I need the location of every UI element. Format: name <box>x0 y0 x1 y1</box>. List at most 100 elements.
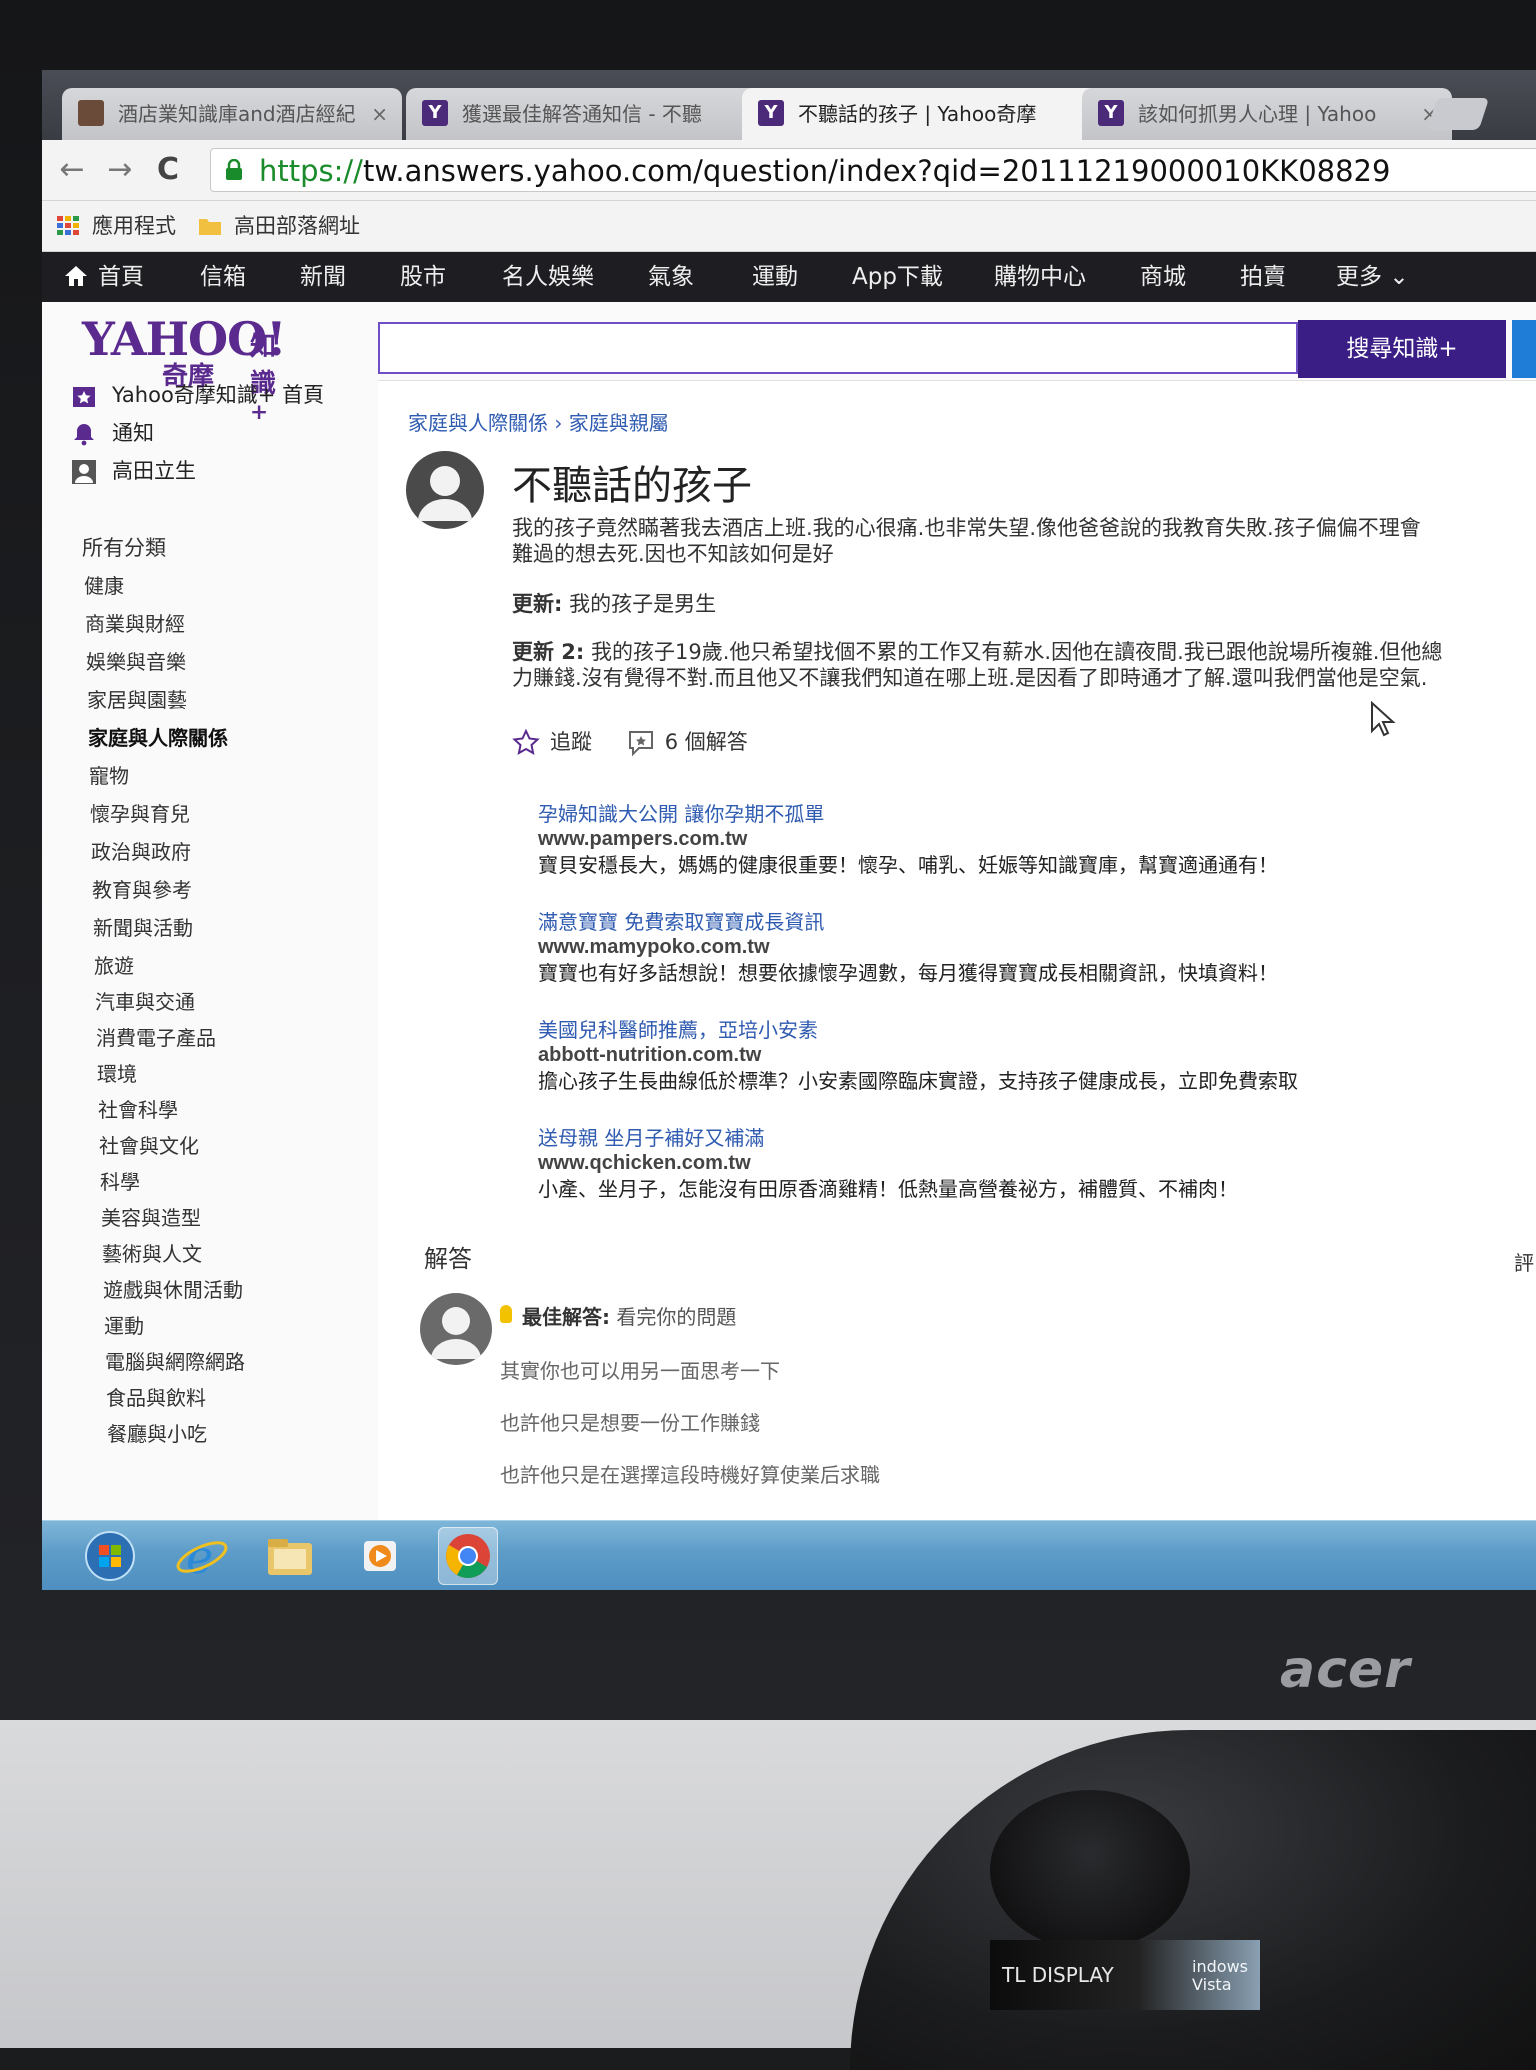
category-item[interactable]: 健康 <box>84 572 124 600</box>
category-item[interactable]: 食品與飲料 <box>106 1384 206 1412</box>
category-item[interactable]: 社會與文化 <box>99 1132 199 1160</box>
category-item[interactable]: 消費電子產品 <box>96 1024 216 1052</box>
breadcrumb-item[interactable]: 家庭與親屬 <box>569 411 669 435</box>
ad-title-link[interactable]: 滿意寶寶 免費索取寶寶成長資訊 <box>538 909 1458 935</box>
ad-url[interactable]: www.mamypoko.com.tw <box>538 935 1458 959</box>
breadcrumb-separator-icon: › <box>554 411 563 435</box>
category-item[interactable]: 電腦與網際網路 <box>105 1348 245 1376</box>
category-item[interactable]: 環境 <box>97 1060 137 1088</box>
star-outline-icon <box>512 729 540 755</box>
category-item[interactable]: 旅遊 <box>94 952 134 980</box>
category-item[interactable]: 汽車與交通 <box>95 988 195 1016</box>
category-item[interactable]: 懷孕與育兒 <box>90 800 190 828</box>
follow-button[interactable]: 追蹤 <box>512 727 592 757</box>
windows-taskbar: e <box>42 1520 1536 1590</box>
tab-best-answer-mail[interactable]: Y 獲選最佳解答通知信 - 不聽 × <box>406 88 776 140</box>
categories-heading[interactable]: 所有分類 <box>82 534 166 562</box>
nav-stocks[interactable]: 股市 <box>400 252 446 302</box>
nav-home[interactable]: 首頁 <box>98 252 144 302</box>
ad-item: 美國兒科醫師推薦，亞培小安素 abbott-nutrition.com.tw 擔… <box>538 1017 1458 1125</box>
ad-description: 寶寶也有好多話想說！想要依據懷孕週數，每月獲得寶寶成長相關資訊，快填資料！ <box>538 961 1278 985</box>
category-item[interactable]: 社會科學 <box>98 1096 178 1124</box>
ad-url[interactable]: abbott-nutrition.com.tw <box>538 1043 1458 1067</box>
category-item[interactable]: 教育與參考 <box>92 876 192 904</box>
nav-celebrity[interactable]: 名人娛樂 <box>502 252 594 302</box>
answers-count[interactable]: 6 個解答 <box>627 727 748 757</box>
nav-mail[interactable]: 信箱 <box>200 252 246 302</box>
category-item[interactable]: 餐廳與小吃 <box>107 1420 207 1448</box>
tab-disobedient-child[interactable]: Y 不聽話的孩子 | Yahoo奇摩 × <box>742 88 1122 140</box>
start-orb-icon[interactable] <box>80 1527 140 1585</box>
user-icon <box>72 460 96 484</box>
asker-avatar[interactable] <box>406 451 484 529</box>
yahoo-answers-logo[interactable]: YAHOO! 奇摩 知識+ <box>82 312 286 425</box>
sidebar-link-profile[interactable]: 高田立生 <box>72 456 196 486</box>
bookmark-takada-blog[interactable]: 高田部落網址 <box>198 201 360 251</box>
nav-news[interactable]: 新聞 <box>300 252 346 302</box>
category-item[interactable]: 科學 <box>100 1168 140 1196</box>
category-item[interactable]: 美容與造型 <box>101 1204 201 1232</box>
ad-url[interactable]: www.pampers.com.tw <box>538 827 1458 851</box>
ad-title-link[interactable]: 送母親 坐月子補好又補滿 <box>538 1125 1458 1151</box>
nav-weather[interactable]: 氣象 <box>648 252 694 302</box>
tab-title: 該如何抓男人心理 | Yahoo <box>1138 102 1377 126</box>
media-player-icon[interactable] <box>350 1527 410 1585</box>
category-item[interactable]: 運動 <box>104 1312 144 1340</box>
back-arrow-icon[interactable]: ← <box>52 150 92 190</box>
yahoo-favicon-icon: Y <box>758 100 784 126</box>
bookmarks-bar: 應用程式 高田部落網址 <box>42 201 1536 252</box>
default-avatar-icon <box>431 1307 481 1359</box>
rate-label[interactable]: 評 <box>1514 1247 1534 1276</box>
question-update-1: 更新: 我的孩子是男生 <box>512 592 717 616</box>
ad-url[interactable]: www.qchicken.com.tw <box>538 1151 1458 1175</box>
category-item[interactable]: 娛樂與音樂 <box>86 648 186 676</box>
lightbulb-icon <box>500 1305 512 1323</box>
ad-title-link[interactable]: 孕婦知識大公開 讓你孕期不孤單 <box>538 801 1458 827</box>
nav-mall[interactable]: 商城 <box>1140 252 1186 302</box>
sidebar-link-notifications[interactable]: 通知 <box>72 418 154 448</box>
reload-icon[interactable]: C <box>148 150 188 190</box>
new-tab-button[interactable] <box>1426 98 1490 130</box>
search-input[interactable] <box>378 322 1298 374</box>
mouse-cursor-icon <box>1371 701 1396 737</box>
chrome-icon[interactable] <box>438 1527 498 1585</box>
bookmark-label: 應用程式 <box>92 214 176 238</box>
bell-icon <box>74 424 94 446</box>
question-actions: 追蹤 6 個解答 <box>512 727 776 757</box>
search-button[interactable]: 搜尋知識+ <box>1298 320 1506 378</box>
nav-app-download[interactable]: App下載 <box>852 252 943 302</box>
category-item[interactable]: 藝術與人文 <box>102 1240 202 1268</box>
sidebar-link-home[interactable]: Yahoo奇摩知識+ 首頁 <box>72 380 324 410</box>
category-item-current[interactable]: 家庭與人際關係 <box>88 724 228 752</box>
ie-icon[interactable]: e <box>172 1527 232 1585</box>
tab-hotel-knowledge[interactable]: 酒店業知識庫and酒店經紀 × <box>62 88 402 140</box>
nav-more[interactable]: 更多 ⌄ <box>1336 252 1409 302</box>
category-item[interactable]: 政治與政府 <box>91 838 191 866</box>
category-item[interactable]: 遊戲與休閒活動 <box>103 1276 243 1304</box>
question-update-2: 更新 2: 我的孩子19歲.他只希望找個不累的工作又有薪水.因他在讀夜間.我已跟… <box>512 640 1443 690</box>
nav-auction[interactable]: 拍賣 <box>1240 252 1286 302</box>
answerer-avatar[interactable] <box>420 1293 492 1365</box>
answers-heading: 解答 <box>424 1245 472 1273</box>
breadcrumb-item[interactable]: 家庭與人際關係 <box>408 411 548 435</box>
bookmark-apps[interactable]: 應用程式 <box>56 201 176 251</box>
explorer-icon[interactable] <box>260 1527 320 1585</box>
close-icon[interactable]: × <box>371 88 388 140</box>
category-item[interactable]: 新聞與活動 <box>93 914 193 942</box>
address-bar[interactable]: https://tw.answers.yahoo.com/question/in… <box>210 148 1536 192</box>
bookmark-label: 高田部落網址 <box>234 214 360 238</box>
category-item[interactable]: 寵物 <box>89 762 129 790</box>
hotel-favicon-icon <box>78 100 104 126</box>
monitor-stand-knob <box>990 1790 1190 1950</box>
yahoo-favicon-icon: Y <box>422 100 448 126</box>
ad-title-link[interactable]: 美國兒科醫師推薦，亞培小安素 <box>538 1017 1458 1043</box>
tab-mens-psychology[interactable]: Y 該如何抓男人心理 | Yahoo × <box>1082 88 1452 140</box>
category-item[interactable]: 家居與園藝 <box>87 686 187 714</box>
tab-title: 獲選最佳解答通知信 - 不聽 <box>462 102 702 126</box>
folder-icon <box>199 219 221 235</box>
forward-arrow-icon[interactable]: → <box>100 150 140 190</box>
nav-sports[interactable]: 運動 <box>752 252 798 302</box>
default-avatar-icon <box>418 466 472 521</box>
category-item[interactable]: 商業與財經 <box>85 610 185 638</box>
nav-shopping[interactable]: 購物中心 <box>994 252 1086 302</box>
